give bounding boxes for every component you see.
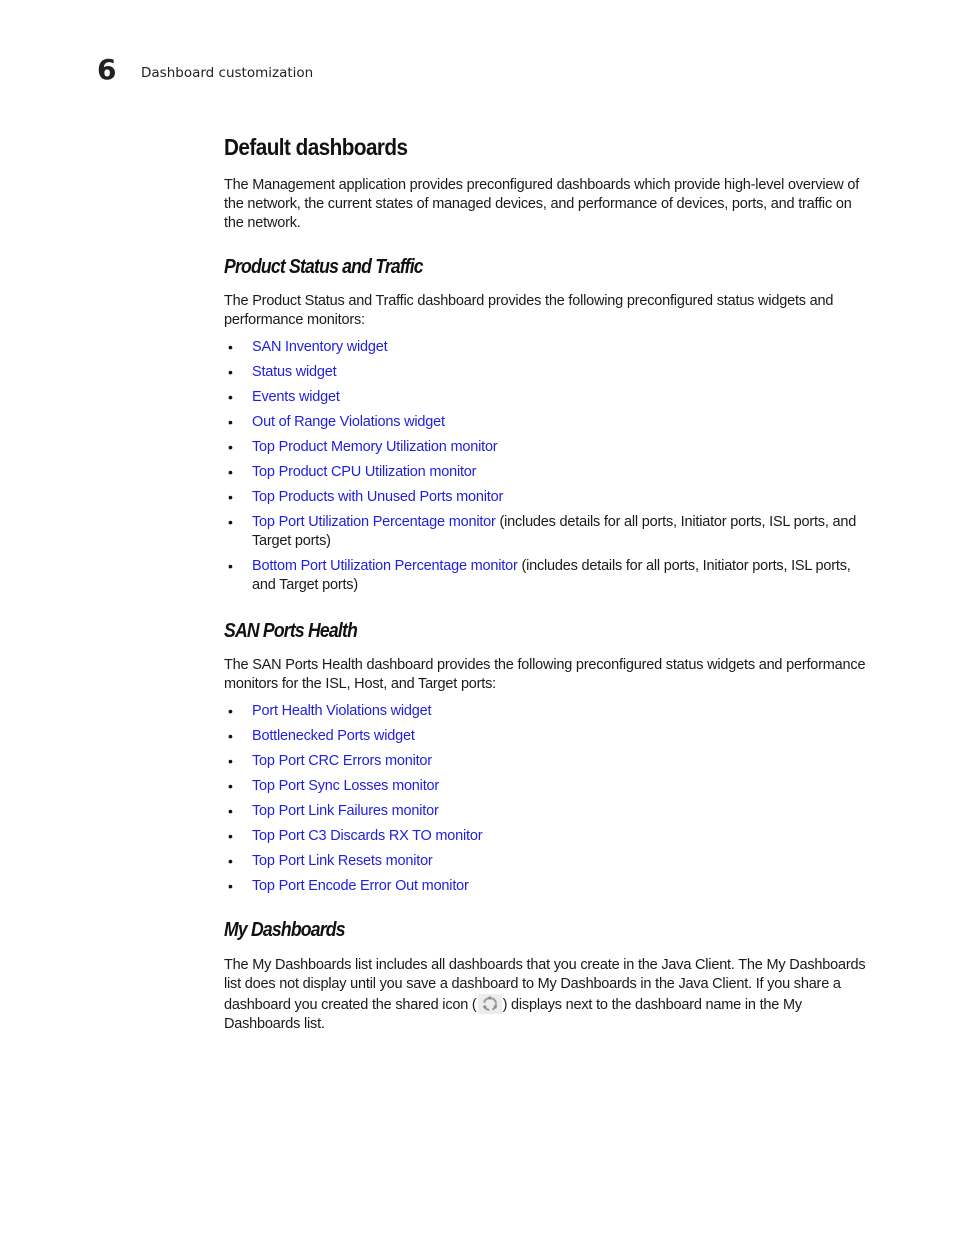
widget-list: • SAN Inventory widget • Status widget • Even…	[224, 338, 874, 595]
bullet-icon: •	[228, 803, 233, 819]
bullet-icon: •	[228, 414, 233, 430]
section-description: The SAN Ports Health dashboard provides …	[224, 657, 866, 692]
widget-link[interactable]: Top Product CPU Utilization monitor	[252, 464, 476, 480]
widget-link[interactable]: SAN Inventory widget	[252, 339, 388, 355]
widget-link[interactable]: Top Port Link Resets monitor	[252, 853, 433, 869]
chapter-title: Dashboard customization	[141, 65, 314, 81]
list-item: • Top Port Link Failures monitor	[224, 802, 874, 821]
section-my-dashboards: My Dashboards The My Dashboards list inc…	[224, 916, 874, 1034]
list-item: • Top Products with Unused Ports monitor	[224, 488, 874, 507]
widget-link[interactable]: Top Product Memory Utilization monitor	[252, 439, 498, 455]
list-item: • Top Port CRC Errors monitor	[224, 752, 874, 771]
list-item: • SAN Inventory widget	[224, 338, 874, 357]
bullet-icon: •	[228, 878, 233, 894]
widget-link[interactable]: Top Port Sync Losses monitor	[252, 778, 439, 794]
list-item: • Top Port Link Resets monitor	[224, 852, 874, 871]
bullet-icon: •	[228, 464, 233, 480]
bullet-icon: •	[228, 753, 233, 769]
list-item: • Top Product CPU Utilization monitor	[224, 463, 874, 482]
widget-link[interactable]: Bottom Port Utilization Percentage monit…	[252, 558, 518, 574]
widget-link[interactable]: Top Port Utilization Percentage monitor	[252, 514, 496, 530]
list-item: • Top Product Memory Utilization monitor	[224, 438, 874, 457]
intro-paragraph: The Management application provides prec…	[224, 177, 860, 231]
bullet-icon: •	[228, 514, 233, 530]
page-title: Default dashboards	[224, 134, 408, 160]
list-item: • Events widget	[224, 388, 874, 407]
widget-link[interactable]: Top Products with Unused Ports monitor	[252, 489, 503, 505]
bullet-icon: •	[228, 364, 233, 380]
bullet-icon: •	[228, 853, 233, 869]
list-item: • Bottom Port Utilization Percentage moni…	[224, 557, 874, 595]
widget-list: • Port Health Violations widget • Bottlenec…	[224, 702, 874, 896]
list-item: • Bottlenecked Ports widget	[224, 727, 874, 746]
list-item: • Top Port Utilization Percentage monitor…	[224, 513, 874, 551]
widget-link[interactable]: Events widget	[252, 389, 340, 405]
bullet-icon: •	[228, 339, 233, 355]
widget-link[interactable]: Top Port CRC Errors monitor	[252, 753, 432, 769]
bullet-icon: •	[228, 558, 233, 574]
bullet-icon: •	[228, 778, 233, 794]
widget-link[interactable]: Top Port Encode Error Out monitor	[252, 878, 469, 894]
list-item: • Out of Range Violations widget	[224, 413, 874, 432]
section-heading: SAN Ports Health	[224, 620, 358, 642]
list-item: • Status widget	[224, 363, 874, 382]
widget-link[interactable]: Out of Range Violations widget	[252, 414, 445, 430]
shared-icon	[477, 994, 502, 1014]
widget-link[interactable]: Top Port C3 Discards RX TO monitor	[252, 828, 483, 844]
bullet-icon: •	[228, 439, 233, 455]
my-dashboards-paragraph: The My Dashboards list includes all dash…	[224, 956, 874, 1034]
list-item: • Port Health Violations widget	[224, 702, 874, 721]
section-heading: Product Status and Traffic	[224, 256, 424, 278]
bullet-icon: •	[228, 489, 233, 505]
section-heading: My Dashboards	[224, 919, 346, 941]
chapter-number: 6	[97, 53, 117, 86]
bullet-icon: •	[228, 703, 233, 719]
section-description: The Product Status and Traffic dashboard…	[224, 293, 834, 328]
widget-link[interactable]: Status widget	[252, 364, 337, 380]
list-item: • Top Port C3 Discards RX TO monitor	[224, 827, 874, 846]
widget-link[interactable]: Bottlenecked Ports widget	[252, 728, 415, 744]
bullet-icon: •	[228, 728, 233, 744]
section-product-status-traffic: Product Status and Traffic The Product S…	[224, 253, 874, 595]
list-item: • Top Port Encode Error Out monitor	[224, 877, 874, 896]
bullet-icon: •	[228, 828, 233, 844]
widget-link[interactable]: Port Health Violations widget	[252, 703, 432, 719]
bullet-icon: •	[228, 389, 233, 405]
section-san-ports-health: SAN Ports Health The SAN Ports Health da…	[224, 617, 874, 896]
document-body: Default dashboards The Management applic…	[224, 131, 874, 1034]
list-item: • Top Port Sync Losses monitor	[224, 777, 874, 796]
widget-link[interactable]: Top Port Link Failures monitor	[252, 803, 439, 819]
